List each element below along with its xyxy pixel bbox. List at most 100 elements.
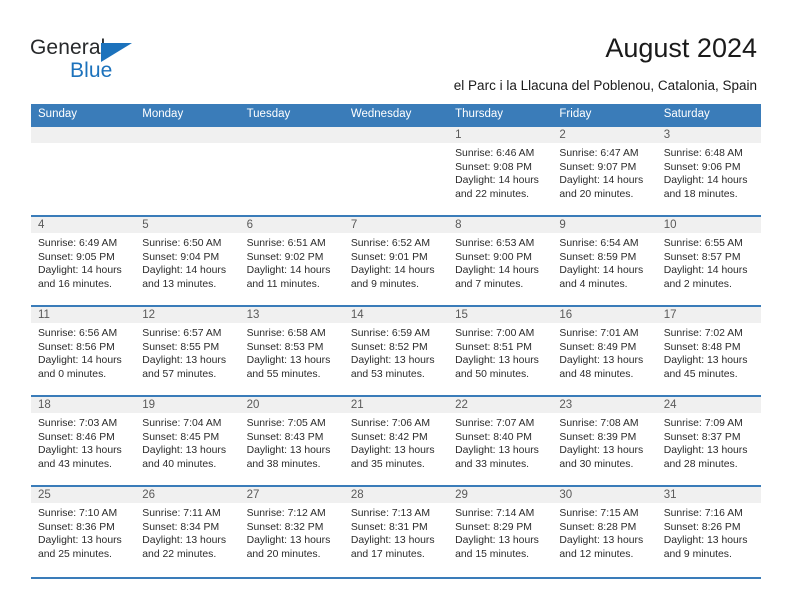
calendar-week-row: 11 Sunrise: 6:56 AM Sunset: 8:56 PM Dayligh… (31, 305, 761, 395)
calendar-cell-day[interactable]: 29 Sunrise: 7:14 AM Sunset: 8:29 PM Dayligh… (448, 485, 553, 577)
calendar-cell-day[interactable]: 28 Sunrise: 7:13 AM Sunset: 8:31 PM Dayligh… (343, 485, 449, 577)
calendar-cell-empty (239, 125, 344, 215)
calendar-cell-day[interactable]: 5 Sunrise: 6:50 AM Sunset: 9:04 PM Daylight… (135, 215, 240, 305)
sun-times-line: Daylight: 14 hours (663, 175, 748, 187)
calendar-cell-day[interactable]: 21 Sunrise: 7:06 AM Sunset: 8:42 PM Dayligh… (343, 395, 449, 485)
sun-times-block: Sunrise: 6:53 AM Sunset: 9:00 PM Daylight:… (448, 233, 552, 291)
calendar-cell-day[interactable]: 20 Sunrise: 7:05 AM Sunset: 8:43 PM Dayligh… (239, 395, 344, 485)
day-of-week-sunday: Sunday (38, 108, 78, 120)
sun-times-line: Sunrise: 6:47 AM (559, 148, 639, 159)
day-number: 22 (455, 399, 468, 411)
calendar-cell-day[interactable]: 15 Sunrise: 7:00 AM Sunset: 8:51 PM Dayligh… (448, 305, 553, 395)
sun-times-line: and 7 minutes. (455, 278, 524, 290)
sun-times-line: and 28 minutes. (663, 458, 738, 470)
sun-times-line: Sunset: 8:29 PM (455, 521, 532, 533)
sun-times-line: and 30 minutes. (559, 458, 634, 470)
day-number: 13 (246, 309, 260, 321)
sun-times-line: Sunset: 8:31 PM (350, 521, 428, 533)
sun-times-line: Sunset: 8:34 PM (142, 521, 220, 533)
calendar-cell-day[interactable]: 6 Sunrise: 6:51 AM Sunset: 9:02 PM Daylight… (239, 215, 344, 305)
calendar-cell-day[interactable]: 18 Sunrise: 7:03 AM Sunset: 8:46 PM Dayligh… (31, 395, 136, 485)
sun-times-line: and 33 minutes. (455, 458, 530, 470)
day-number: 17 (663, 309, 677, 321)
grid-bottom-border (31, 577, 761, 579)
sun-times-line: Sunset: 8:43 PM (246, 431, 324, 443)
sun-times-block: Sunrise: 6:59 AM Sunset: 8:52 PM Daylight:… (344, 323, 448, 381)
day-number: 6 (246, 219, 253, 231)
sun-times-line: and 35 minutes. (350, 458, 425, 470)
calendar-cell-day[interactable]: 30 Sunrise: 7:15 AM Sunset: 8:28 PM Dayligh… (552, 485, 657, 577)
sun-times-block: Sunrise: 7:11 AM Sunset: 8:34 PM Daylight:… (135, 503, 239, 561)
sun-times-line: Sunset: 8:57 PM (663, 251, 741, 263)
calendar-cell-day[interactable]: 24 Sunrise: 7:09 AM Sunset: 8:37 PM Dayligh… (656, 395, 761, 485)
sun-times-line: Daylight: 13 hours (350, 355, 435, 367)
sun-times-block: Sunrise: 6:47 AM Sunset: 9:07 PM Daylight:… (552, 143, 656, 201)
calendar-cell-day[interactable]: 31 Sunrise: 7:16 AM Sunset: 8:26 PM Dayligh… (656, 485, 761, 577)
calendar-cell-day[interactable]: 16 Sunrise: 7:01 AM Sunset: 8:49 PM Dayligh… (552, 305, 657, 395)
calendar-cell-day[interactable]: 12 Sunrise: 6:57 AM Sunset: 8:55 PM Dayligh… (135, 305, 240, 395)
sun-times-line: Sunset: 9:05 PM (38, 251, 115, 263)
calendar-cell-day[interactable]: 3 Sunrise: 6:48 AM Sunset: 9:06 PM Daylight… (656, 125, 761, 215)
calendar-cell-day[interactable]: 14 Sunrise: 6:59 AM Sunset: 8:52 PM Dayligh… (343, 305, 449, 395)
sun-times-line: Daylight: 13 hours (246, 535, 331, 547)
calendar-cell-day[interactable]: 7 Sunrise: 6:52 AM Sunset: 9:01 PM Daylight… (343, 215, 449, 305)
day-number: 1 (455, 129, 462, 141)
sun-times-line: Sunrise: 6:59 AM (350, 328, 430, 339)
calendar-cell-day[interactable]: 17 Sunrise: 7:02 AM Sunset: 8:48 PM Dayligh… (656, 305, 761, 395)
sun-times-line: Daylight: 14 hours (663, 265, 748, 277)
sun-times-block: Sunrise: 7:04 AM Sunset: 8:45 PM Daylight:… (135, 413, 239, 471)
day-number: 9 (559, 219, 566, 231)
brand-logo[interactable]: General Blue (30, 36, 210, 88)
calendar-cell-day[interactable]: 22 Sunrise: 7:07 AM Sunset: 8:40 PM Dayligh… (448, 395, 553, 485)
day-number: 19 (142, 399, 156, 411)
sun-times-line: Sunset: 8:28 PM (559, 521, 637, 533)
calendar-grid: Sunday Monday Tuesday Wednesday Thursday Frid… (31, 104, 761, 579)
calendar-cell-header (31, 217, 136, 233)
sun-times-line: Sunrise: 7:13 AM (350, 508, 430, 519)
calendar-cell-day[interactable]: 19 Sunrise: 7:04 AM Sunset: 8:45 PM Dayligh… (135, 395, 240, 485)
calendar-cell-day[interactable]: 27 Sunrise: 7:12 AM Sunset: 8:32 PM Dayligh… (239, 485, 344, 577)
sun-times-line: Sunrise: 6:49 AM (38, 238, 118, 249)
sun-times-line: Daylight: 13 hours (246, 355, 331, 367)
page-title: August 2024 (605, 33, 757, 63)
calendar-page: General Blue August 2024 el Parc i la Ll… (0, 0, 792, 612)
day-number: 10 (663, 219, 677, 231)
sun-times-block: Sunrise: 7:08 AM Sunset: 8:39 PM Daylight:… (552, 413, 656, 471)
sun-times-line: and 15 minutes. (455, 548, 530, 560)
calendar-cell-day[interactable]: 26 Sunrise: 7:11 AM Sunset: 8:34 PM Dayligh… (135, 485, 240, 577)
sun-times-line: Daylight: 13 hours (663, 535, 748, 547)
calendar-cell-day[interactable]: 2 Sunrise: 6:47 AM Sunset: 9:07 PM Daylight… (552, 125, 657, 215)
calendar-cell-day[interactable]: 25 Sunrise: 7:10 AM Sunset: 8:36 PM Dayligh… (31, 485, 136, 577)
sun-times-line: Daylight: 14 hours (38, 265, 122, 277)
sun-times-line: Sunrise: 7:15 AM (559, 508, 639, 519)
sun-times-line: Sunrise: 6:51 AM (246, 238, 326, 249)
sun-times-line: and 20 minutes. (246, 548, 321, 560)
sun-times-line: Sunset: 8:46 PM (38, 431, 115, 443)
sun-times-line: and 50 minutes. (455, 368, 530, 380)
calendar-cell-header (552, 217, 657, 233)
calendar-cell-day[interactable]: 11 Sunrise: 6:56 AM Sunset: 8:56 PM Dayligh… (31, 305, 136, 395)
day-of-week-monday: Monday (142, 108, 184, 120)
calendar-cell-day[interactable]: 9 Sunrise: 6:54 AM Sunset: 8:59 PM Daylight… (552, 215, 657, 305)
calendar-cell-header (31, 127, 136, 143)
calendar-cell-day[interactable]: 4 Sunrise: 6:49 AM Sunset: 9:05 PM Daylight… (31, 215, 136, 305)
calendar-cell-day[interactable]: 23 Sunrise: 7:08 AM Sunset: 8:39 PM Dayligh… (552, 395, 657, 485)
day-number: 31 (663, 489, 677, 501)
calendar-cell-day[interactable]: 8 Sunrise: 6:53 AM Sunset: 9:00 PM Daylight… (448, 215, 553, 305)
sun-times-line: Sunset: 8:36 PM (38, 521, 115, 533)
calendar-cell-day[interactable]: 10 Sunrise: 6:55 AM Sunset: 8:57 PM Dayligh… (656, 215, 761, 305)
sun-times-line: and 2 minutes. (663, 278, 732, 290)
sun-times-line: and 9 minutes. (663, 548, 732, 560)
sun-times-line: Sunrise: 6:55 AM (663, 238, 743, 249)
sun-times-block: Sunrise: 7:13 AM Sunset: 8:31 PM Daylight:… (344, 503, 448, 561)
sun-times-line: Sunrise: 7:08 AM (559, 418, 639, 429)
sun-times-line: Sunset: 8:53 PM (246, 341, 324, 353)
sun-times-line: Sunrise: 6:58 AM (246, 328, 326, 339)
calendar-cell-day[interactable]: 13 Sunrise: 6:58 AM Sunset: 8:53 PM Dayligh… (239, 305, 344, 395)
day-number: 30 (559, 489, 573, 501)
sun-times-line: Sunrise: 7:01 AM (559, 328, 639, 339)
day-of-week-tuesday: Tuesday (246, 108, 291, 120)
page-header: General Blue August 2024 el Parc i la Ll… (0, 0, 792, 100)
sun-times-line: and 18 minutes. (663, 188, 738, 200)
calendar-cell-day[interactable]: 1 Sunrise: 6:46 AM Sunset: 9:08 PM Daylight… (448, 125, 553, 215)
